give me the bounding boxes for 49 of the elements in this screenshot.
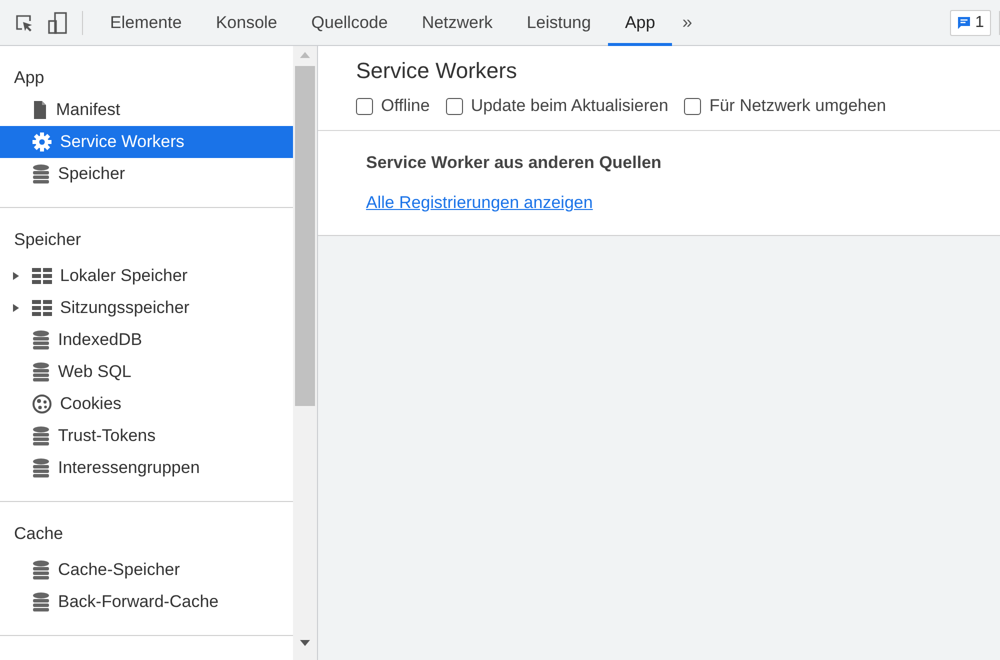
table-icon [32, 300, 52, 316]
database-icon [32, 592, 50, 612]
sidebar-item[interactable]: Web SQL [0, 356, 293, 388]
section-heading: Service Worker aus anderen Quellen [366, 153, 662, 173]
panel-tab[interactable]: App [608, 0, 672, 46]
file-icon [32, 100, 48, 120]
panel-title: Service Workers [356, 58, 518, 84]
section-title: Cache [13, 523, 64, 545]
inspect-element-icon[interactable] [14, 12, 34, 32]
expand-arrow-icon[interactable] [12, 303, 20, 313]
sidebar-item[interactable]: IndexedDB [0, 324, 293, 356]
option-checkbox[interactable]: Update beim Aktualisieren [446, 96, 668, 116]
database-icon [32, 362, 50, 382]
device-toolbar-icon[interactable] [48, 12, 68, 34]
more-tabs-button[interactable]: » [672, 12, 702, 33]
sidebar-item[interactable]: Lokaler Speicher [0, 260, 293, 292]
show-registrations-link[interactable]: Alle Registrierungen anzeigen [366, 193, 593, 213]
section-title: Speicher [13, 229, 82, 251]
sidebar-item[interactable]: Speicher [0, 158, 293, 190]
issues-button[interactable]: 1 [950, 10, 991, 36]
scrollbar[interactable] [293, 46, 317, 660]
sidebar-item[interactable]: Cache-Speicher [0, 554, 293, 586]
panel-tab[interactable]: Quellcode [294, 0, 405, 46]
database-icon [32, 164, 50, 184]
database-icon [32, 458, 50, 478]
expand-arrow-icon[interactable] [12, 271, 20, 281]
cookie-icon [32, 394, 52, 414]
panel-tab[interactable]: Netzwerk [404, 0, 510, 46]
sidebar-item[interactable]: Service Workers [0, 126, 293, 158]
message-icon [957, 16, 972, 30]
sidebar-item[interactable]: Trust-Tokens [0, 420, 293, 452]
section-title: App [13, 67, 46, 89]
database-icon [32, 330, 50, 350]
panel-tab[interactable]: Konsole [198, 0, 294, 46]
scroll-down-icon[interactable] [300, 640, 310, 646]
sidebar-item[interactable]: Manifest [0, 94, 293, 126]
scrollbar-thumb[interactable] [295, 66, 315, 406]
sidebar-item[interactable]: Cookies [0, 388, 293, 420]
database-icon [32, 560, 50, 580]
database-icon [32, 426, 50, 446]
sidebar-item[interactable]: Interessengruppen [0, 452, 293, 484]
option-checkbox[interactable]: Für Netzwerk umgehen [684, 96, 886, 116]
gear-icon [32, 132, 52, 152]
panel-tab[interactable]: Elemente [93, 0, 199, 46]
sidebar-item[interactable]: Back-Forward-Cache [0, 586, 293, 618]
table-icon [32, 268, 52, 284]
sidebar-item[interactable]: Sitzungsspeicher [0, 292, 293, 324]
panel-tab[interactable]: Leistung [510, 0, 608, 46]
option-checkbox[interactable]: Offline [356, 96, 430, 116]
